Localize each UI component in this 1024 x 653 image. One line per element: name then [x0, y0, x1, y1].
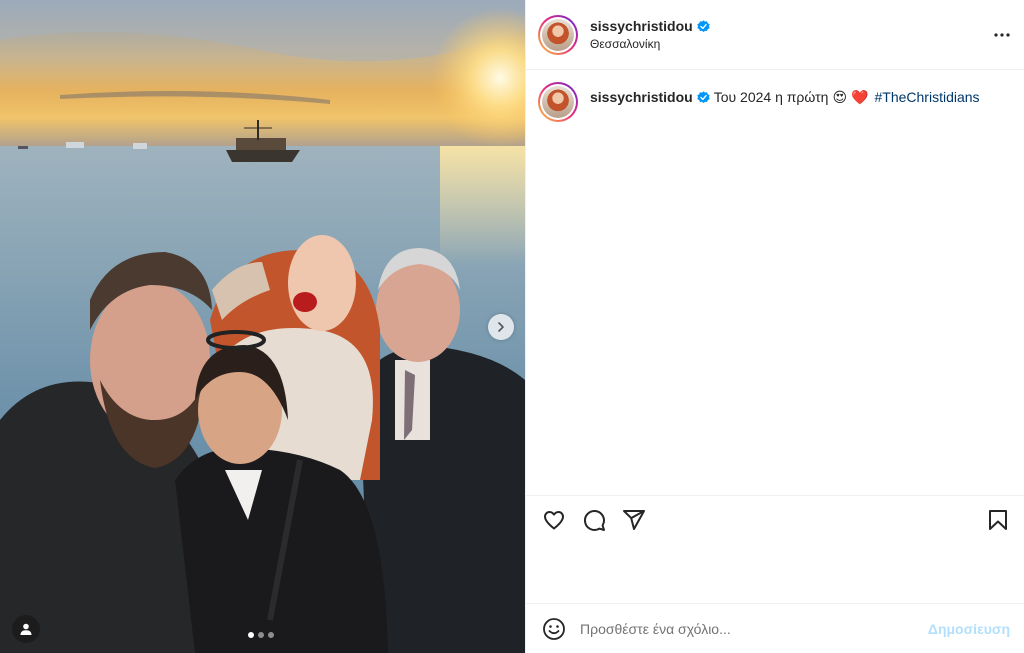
avatar-border [540, 16, 576, 53]
instagram-post: sissychristidou Θεσσαλονίκη sissychristi… [0, 0, 1024, 653]
carousel-dot [258, 632, 264, 638]
comment-input[interactable] [580, 620, 928, 637]
comments-section: sissychristidou Του 2024 η πρώτη 😍 ❤️ #T… [526, 70, 1024, 495]
avatar-image [542, 86, 574, 118]
actions-row [542, 508, 1010, 532]
carousel-dot [268, 632, 274, 638]
post-header: sissychristidou Θεσσαλονίκη [526, 0, 1024, 70]
caption-username-link[interactable]: sissychristidou [590, 88, 693, 106]
location-link[interactable]: Θεσσαλονίκη [590, 37, 710, 51]
more-options-icon [994, 32, 1010, 37]
verified-badge-icon [697, 90, 710, 103]
avatar-border [540, 84, 576, 120]
heart-eyes-emoji: 😍 [832, 89, 848, 105]
avatar-image [542, 18, 574, 51]
caption-body: Του 2024 η πρώτη [713, 89, 829, 105]
add-comment-bar: Δημοσίευση [526, 603, 1024, 653]
photo-illustration [0, 0, 525, 653]
verified-badge-icon [697, 19, 710, 32]
chevron-right-icon [498, 322, 504, 332]
comment-button[interactable] [582, 508, 606, 532]
username-row: sissychristidou [590, 18, 710, 34]
more-options-button[interactable] [994, 32, 1010, 37]
like-button[interactable] [542, 508, 566, 532]
share-button[interactable] [622, 508, 646, 532]
header-text: sissychristidou Θεσσαλονίκη [590, 18, 710, 51]
tagged-users-button[interactable] [12, 615, 40, 643]
red-heart-emoji: ❤️ [851, 89, 869, 105]
post-side-panel: sissychristidou Θεσσαλονίκη sissychristi… [525, 0, 1024, 653]
post-comment-button[interactable]: Δημοσίευση [928, 621, 1010, 637]
save-button[interactable] [986, 508, 1010, 532]
comment-icon [583, 509, 605, 531]
caption: sissychristidou Του 2024 η πρώτη 😍 ❤️ #T… [538, 82, 1012, 122]
caption-text: sissychristidou Του 2024 η πρώτη 😍 ❤️ #T… [590, 88, 980, 106]
share-icon [623, 510, 645, 530]
user-tag-icon [20, 623, 32, 635]
post-photo[interactable] [0, 0, 525, 653]
next-photo-button[interactable] [488, 314, 514, 340]
post-actions [526, 495, 1024, 603]
bookmark-icon [989, 510, 1007, 530]
emoji-button[interactable] [542, 617, 566, 641]
caption-avatar[interactable] [538, 82, 578, 122]
emoji-icon [543, 617, 565, 640]
avatar[interactable] [538, 14, 578, 55]
carousel-indicator [248, 632, 274, 638]
heart-icon [544, 511, 564, 530]
hashtag-link[interactable]: #TheChristidians [874, 88, 979, 106]
username-link[interactable]: sissychristidou [590, 18, 693, 34]
carousel-dot [248, 632, 254, 638]
